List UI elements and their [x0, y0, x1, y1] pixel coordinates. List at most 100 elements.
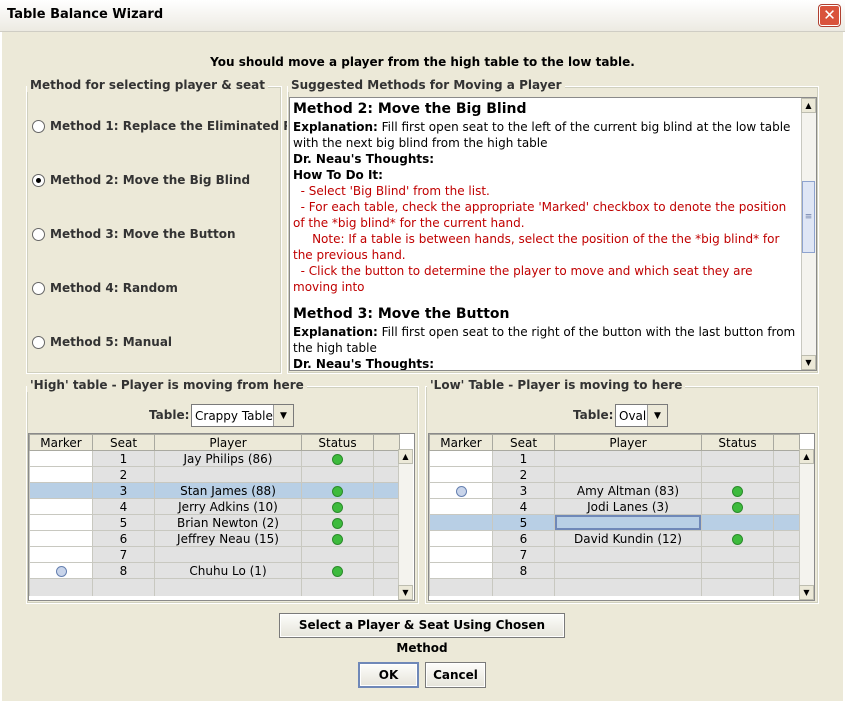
status-cell	[301, 466, 374, 483]
table-row[interactable]: 1 Jay Philips (86)	[29, 450, 400, 467]
radio-indicator[interactable]	[32, 119, 45, 133]
status-cell	[301, 546, 374, 563]
low-table-scrollbar[interactable]	[799, 449, 814, 600]
marker-cell[interactable]	[429, 498, 493, 515]
marker-cell[interactable]	[429, 514, 493, 531]
table-row[interactable]: 7	[429, 546, 800, 563]
method-5-radio[interactable]: Method 5: Manual	[32, 335, 172, 349]
marker-cell[interactable]	[429, 450, 493, 467]
table-row[interactable]: 2	[29, 466, 400, 483]
howto-label: How To Do It:	[293, 168, 383, 182]
player-cell	[554, 562, 702, 579]
table-row[interactable]: 5	[429, 514, 800, 531]
method-2-note: Note: If a table is between hands, selec…	[293, 232, 784, 262]
table-row[interactable]: 5 Brian Newton (2)	[29, 514, 400, 531]
marker-cell[interactable]	[29, 466, 93, 483]
empty-cell	[773, 546, 800, 563]
ok-button[interactable]: OK	[358, 662, 419, 688]
low-table-grid: Marker Seat Player Status 1 2 3 Amy Altman …	[428, 433, 815, 601]
marker-icon[interactable]	[455, 485, 467, 497]
method-1-radio[interactable]: Method 1: Replace the Eliminated Player	[32, 119, 326, 133]
table-row[interactable]: 3 Stan James (88)	[29, 482, 400, 499]
status-cell	[701, 562, 774, 579]
table-row[interactable]: 6 David Kundin (12)	[429, 530, 800, 547]
close-icon: ✕	[823, 6, 836, 24]
suggested-methods-text[interactable]: Method 2: Move the Big Blind Explanation…	[289, 97, 817, 371]
scroll-down-icon[interactable]: ▼	[799, 585, 814, 600]
marker-icon[interactable]	[55, 565, 67, 577]
column-header-player[interactable]: Player	[554, 434, 702, 451]
seat-cell: 7	[492, 546, 555, 563]
status-cell	[701, 450, 774, 467]
marker-cell[interactable]	[29, 498, 93, 515]
status-cell	[701, 466, 774, 483]
status-active-icon	[332, 485, 343, 497]
method-3-heading: Method 3: Move the Button	[293, 306, 510, 322]
radio-indicator[interactable]	[32, 227, 45, 241]
column-header-seat[interactable]: Seat	[492, 434, 555, 451]
marker-cell[interactable]	[29, 562, 93, 579]
high-table-scrollbar[interactable]	[398, 449, 413, 600]
chevron-down-icon[interactable]: ▼	[273, 405, 293, 426]
table-row[interactable]: 3 Amy Altman (83)	[429, 482, 800, 499]
scroll-down-icon[interactable]: ▼	[398, 585, 413, 600]
column-header-status[interactable]: Status	[301, 434, 374, 451]
chevron-down-icon[interactable]: ▼	[647, 405, 667, 426]
method-3-radio[interactable]: Method 3: Move the Button	[32, 227, 236, 241]
empty-cell	[373, 562, 400, 579]
status-active-icon	[332, 501, 343, 513]
radio-indicator[interactable]	[32, 335, 45, 349]
seat-cell: 2	[92, 466, 155, 483]
marker-cell[interactable]	[29, 546, 93, 563]
column-header-marker[interactable]: Marker	[29, 434, 93, 451]
method-2-explanation: Explanation: Fill first open seat to the…	[293, 120, 791, 150]
marker-cell[interactable]	[29, 450, 93, 467]
marker-cell[interactable]	[429, 482, 493, 499]
status-active-icon	[332, 453, 343, 465]
scroll-up-icon[interactable]: ▲	[398, 449, 413, 464]
table-row[interactable]: 4 Jerry Adkins (10)	[29, 498, 400, 515]
radio-indicator-selected[interactable]	[32, 173, 45, 187]
status-cell	[301, 450, 374, 467]
status-cell	[701, 546, 774, 563]
scroll-thumb[interactable]: ≡	[802, 181, 815, 253]
scroll-up-icon[interactable]: ▲	[799, 449, 814, 464]
thoughts-label: Dr. Neau's Thoughts:	[293, 357, 435, 371]
marker-cell[interactable]	[429, 466, 493, 483]
select-player-seat-button[interactable]: Select a Player & Seat Using Chosen Meth…	[279, 613, 565, 655]
marker-cell[interactable]	[29, 514, 93, 531]
table-row[interactable]: 8	[429, 562, 800, 579]
empty-cell	[773, 530, 800, 547]
method-2-step-1: - Select 'Big Blind' from the list.	[293, 184, 490, 198]
high-table-select[interactable]: Crappy Table ▼	[191, 404, 294, 427]
column-header-player[interactable]: Player	[154, 434, 302, 451]
close-button[interactable]: ✕	[819, 5, 840, 26]
cancel-button[interactable]: Cancel	[425, 662, 486, 688]
table-row[interactable]: 4 Jodi Lanes (3)	[429, 498, 800, 515]
low-table-select[interactable]: Oval ▼	[615, 404, 668, 427]
low-table-group-label: 'Low' Table - Player is moving to here	[427, 378, 686, 392]
marker-cell[interactable]	[429, 546, 493, 563]
scroll-up-icon[interactable]: ▲	[801, 98, 816, 113]
marker-cell[interactable]	[429, 562, 493, 579]
method-3-explanation: Explanation: Fill first open seat to the…	[293, 325, 796, 355]
table-row[interactable]: 1	[429, 450, 800, 467]
marker-cell[interactable]	[29, 482, 93, 499]
column-header-marker[interactable]: Marker	[429, 434, 493, 451]
table-row[interactable]: 8 Chuhu Lo (1)	[29, 562, 400, 579]
marker-cell[interactable]	[29, 530, 93, 547]
column-header-status[interactable]: Status	[701, 434, 774, 451]
table-row[interactable]: 6 Jeffrey Neau (15)	[29, 530, 400, 547]
method-4-radio[interactable]: Method 4: Random	[32, 281, 178, 295]
method-2-radio[interactable]: Method 2: Move the Big Blind	[32, 173, 250, 187]
scroll-down-icon[interactable]: ▼	[801, 355, 816, 370]
column-header-seat[interactable]: Seat	[92, 434, 155, 451]
player-cell	[154, 546, 302, 563]
table-row[interactable]: 2	[429, 466, 800, 483]
radio-indicator[interactable]	[32, 281, 45, 295]
table-row[interactable]: 7	[29, 546, 400, 563]
marker-cell[interactable]	[429, 530, 493, 547]
high-table-group-label: 'High' table - Player is moving from her…	[27, 378, 307, 392]
seat-cell: 1	[92, 450, 155, 467]
seat-cell: 3	[92, 482, 155, 499]
